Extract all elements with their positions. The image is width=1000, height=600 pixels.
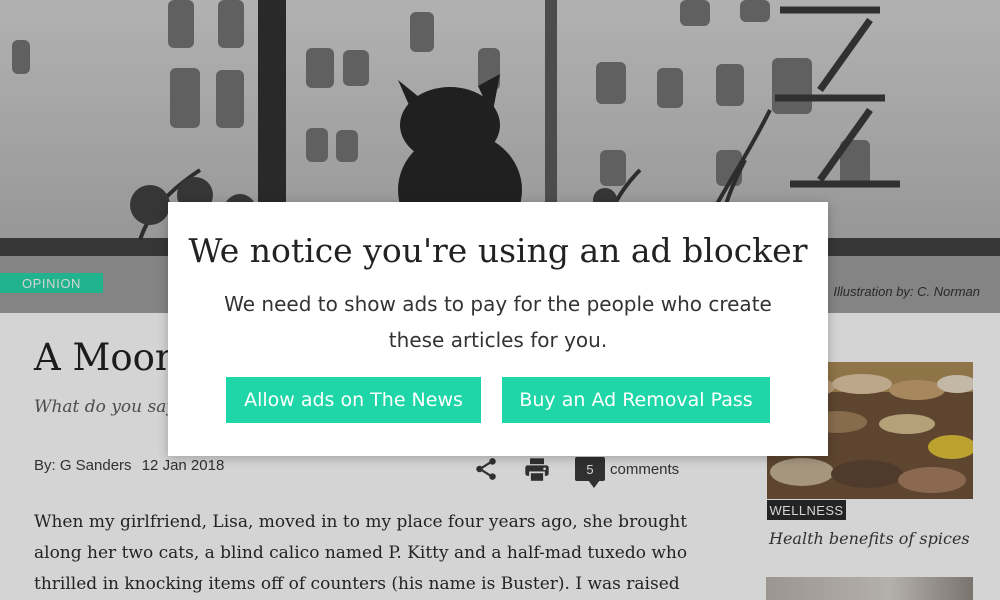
allow-ads-button[interactable]: Allow ads on The News <box>226 377 481 423</box>
dialog-title: We notice you're using an ad blocker <box>188 231 808 270</box>
ad-blocker-dialog: We notice you're using an ad blocker We … <box>168 202 828 456</box>
article-page: OPINION Illustration by: C. Norman A Moo… <box>0 0 1000 600</box>
dialog-message: We need to show ads to pay for the peopl… <box>224 292 772 352</box>
buy-ad-removal-pass-button[interactable]: Buy an Ad Removal Pass <box>502 377 770 423</box>
